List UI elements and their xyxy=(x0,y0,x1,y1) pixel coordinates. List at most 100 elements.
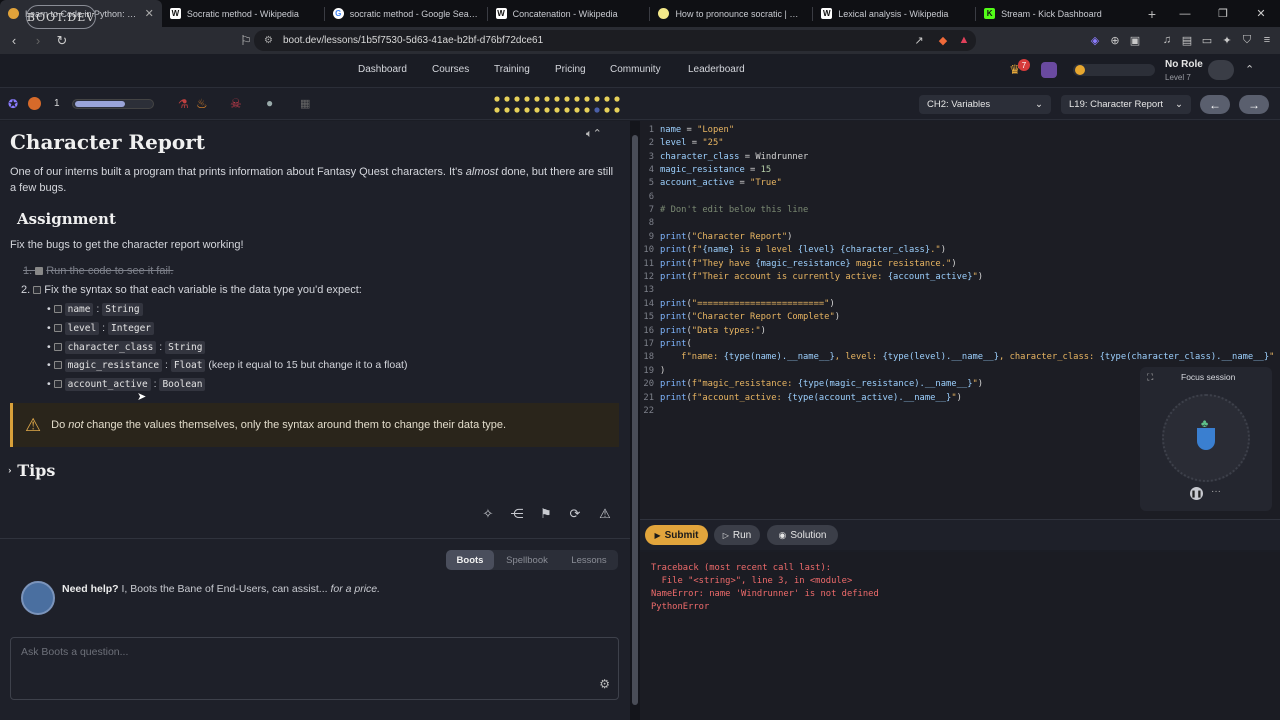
nav-pricing[interactable]: Pricing xyxy=(555,64,586,75)
reload-icon[interactable]: ↻ xyxy=(52,31,72,51)
potion-icon[interactable]: ⚗ xyxy=(178,97,189,111)
site-info-icon[interactable]: ⚙ xyxy=(264,35,273,46)
lesson-dot xyxy=(544,107,550,113)
wallet-icon[interactable]: ▭ xyxy=(1200,33,1214,47)
code-line: 12 print(f"Their account is currently act… xyxy=(643,272,984,282)
chapter-dropdown[interactable]: CH2: Variables ⌄ xyxy=(919,95,1051,114)
brave-rewards-icon[interactable]: ▲ xyxy=(957,33,971,47)
bookmark-icon[interactable]: ⚐ xyxy=(236,31,256,51)
maximize-icon[interactable]: ❐ xyxy=(1204,0,1242,27)
flame-icon[interactable]: ♨ xyxy=(196,96,208,112)
bootdev-logo[interactable]: BOOT.DEV xyxy=(26,5,96,29)
code-line: 5 account_active = "True" xyxy=(648,178,782,188)
ninja-icon: ✪ xyxy=(8,97,19,111)
warning-callout: ⚠ Do not change the values themselves, o… xyxy=(10,403,619,447)
divider xyxy=(0,538,630,539)
tab-lessons[interactable]: Lessons xyxy=(560,550,618,570)
browser-tab[interactable]: K Stream - Kick Dashboard xyxy=(976,0,1138,27)
submit-button[interactable]: ▶ Submit xyxy=(645,525,708,545)
pet-icon[interactable] xyxy=(1041,62,1057,78)
audio-icon[interactable]: 🔈︎⌃ xyxy=(586,127,602,141)
sidebar-icon[interactable]: ▤ xyxy=(1180,33,1194,47)
more-icon[interactable]: ··· xyxy=(1211,486,1221,497)
next-lesson-button[interactable]: → xyxy=(1239,95,1269,114)
eye-icon: ◉ xyxy=(778,529,787,540)
lesson-dots[interactable] xyxy=(494,95,624,115)
nav-dashboard[interactable]: Dashboard xyxy=(358,64,407,75)
magic-wand-icon[interactable]: ✧ xyxy=(480,506,496,522)
chevron-up-icon[interactable]: ⌃ xyxy=(1245,63,1254,76)
close-window-icon[interactable]: ✕ xyxy=(1242,0,1280,27)
leo-icon[interactable]: ✦ xyxy=(1220,33,1234,47)
lesson-dot xyxy=(574,107,580,113)
tab-title: How to pronounce socratic | HowToP xyxy=(675,8,804,19)
howtopronounce-favicon-icon xyxy=(658,8,670,19)
step-checkbox[interactable] xyxy=(33,286,42,295)
avatar[interactable] xyxy=(1208,60,1234,80)
browser-tab[interactable]: W Lexical analysis - Wikipedia xyxy=(813,0,975,27)
browser-tab[interactable]: W Concatenation - Wikipedia xyxy=(488,0,650,27)
lesson-dropdown[interactable]: L19: Character Report ⌄ xyxy=(1061,95,1191,114)
tab-title: Stream - Kick Dashboard xyxy=(1001,8,1102,19)
chevron-down-icon: ⌄ xyxy=(1175,99,1183,110)
bookmark-icon[interactable]: ⚑ xyxy=(538,506,554,522)
url-field[interactable]: ⚙ boot.dev/lessons/1b5f7530-5d63-41ae-b2… xyxy=(254,30,976,51)
chest-icon[interactable]: ▦ xyxy=(300,97,310,110)
ask-input[interactable] xyxy=(21,645,581,659)
forward-icon[interactable]: › xyxy=(28,31,48,51)
tab-boots[interactable]: Boots xyxy=(446,550,494,570)
wikipedia-favicon-icon: W xyxy=(821,8,833,19)
step-checkbox[interactable] xyxy=(35,267,44,276)
brave-shield-icon[interactable]: ◆ xyxy=(936,33,950,47)
code-line: 9 print("Character Report") xyxy=(648,232,793,242)
tab-spellbook[interactable]: Spellbook xyxy=(494,550,560,570)
need-help-text: Need help? I, Boots the Bane of End-User… xyxy=(62,583,381,595)
nav-leaderboard[interactable]: Leaderboard xyxy=(688,64,745,75)
run-button[interactable]: ▷ Run xyxy=(714,525,760,545)
tips-toggle[interactable]: › Tips xyxy=(8,461,55,480)
code-line: 4 magic_resistance = 15 xyxy=(648,165,772,175)
minimize-icon[interactable]: — xyxy=(1166,0,1204,27)
bomb-icon[interactable]: ● xyxy=(266,96,273,110)
list-item: • magic_resistance : Float (keep it equa… xyxy=(47,359,408,372)
item-checkbox[interactable] xyxy=(53,380,62,389)
browser-tab[interactable]: How to pronounce socratic | HowToP xyxy=(650,0,812,27)
pause-icon[interactable]: ❚❚ xyxy=(1190,487,1203,500)
chat-box: ⚙ xyxy=(10,637,619,700)
scrollbar[interactable] xyxy=(630,121,640,720)
solution-button[interactable]: ◉ Solution xyxy=(767,525,838,545)
lesson-dot xyxy=(494,107,500,113)
menu-icon[interactable]: ≡ xyxy=(1260,33,1274,47)
item-checkbox[interactable] xyxy=(53,343,62,352)
back-icon[interactable]: ‹ xyxy=(4,31,24,51)
browser-tab[interactable]: W Socratic method - Wikipedia xyxy=(162,0,324,27)
lesson-label: L19: Character Report xyxy=(1069,99,1163,110)
extension-icon[interactable]: ⊕ xyxy=(1108,33,1122,47)
role-name: No Role xyxy=(1165,59,1203,70)
reset-icon[interactable]: ⟳ xyxy=(567,506,583,522)
lesson-dot xyxy=(534,96,540,102)
browser-tab[interactable]: G socratic method - Google Search xyxy=(325,0,487,27)
extension-icon[interactable]: ▣ xyxy=(1128,33,1142,47)
expand-icon[interactable]: ⛶ xyxy=(1147,372,1153,383)
new-tab-icon[interactable]: + xyxy=(1138,0,1166,27)
lesson-dot xyxy=(594,96,600,102)
nav-training[interactable]: Training xyxy=(494,64,530,75)
vpn-icon[interactable]: ⛉ xyxy=(1240,33,1254,47)
report-issue-icon[interactable]: ⚠ xyxy=(597,506,613,522)
media-icon[interactable]: ♫ xyxy=(1160,33,1174,47)
close-tab-icon[interactable]: ✕ xyxy=(145,7,154,20)
previous-lesson-button[interactable]: ← xyxy=(1200,95,1230,114)
item-checkbox[interactable] xyxy=(53,324,62,333)
share-icon[interactable]: ⋲ xyxy=(509,506,525,522)
share-icon[interactable]: ↗ xyxy=(912,33,926,47)
nav-courses[interactable]: Courses xyxy=(432,64,469,75)
extension-icon[interactable]: ◈ xyxy=(1088,33,1102,47)
nav-community[interactable]: Community xyxy=(610,64,661,75)
code-line: 8 xyxy=(648,218,654,228)
lesson-progress-fill xyxy=(75,101,125,107)
item-checkbox[interactable] xyxy=(53,305,62,314)
settings-icon[interactable]: ⚙ xyxy=(599,677,610,691)
demon-icon[interactable]: ☠ xyxy=(230,96,242,112)
item-checkbox[interactable] xyxy=(53,361,62,370)
